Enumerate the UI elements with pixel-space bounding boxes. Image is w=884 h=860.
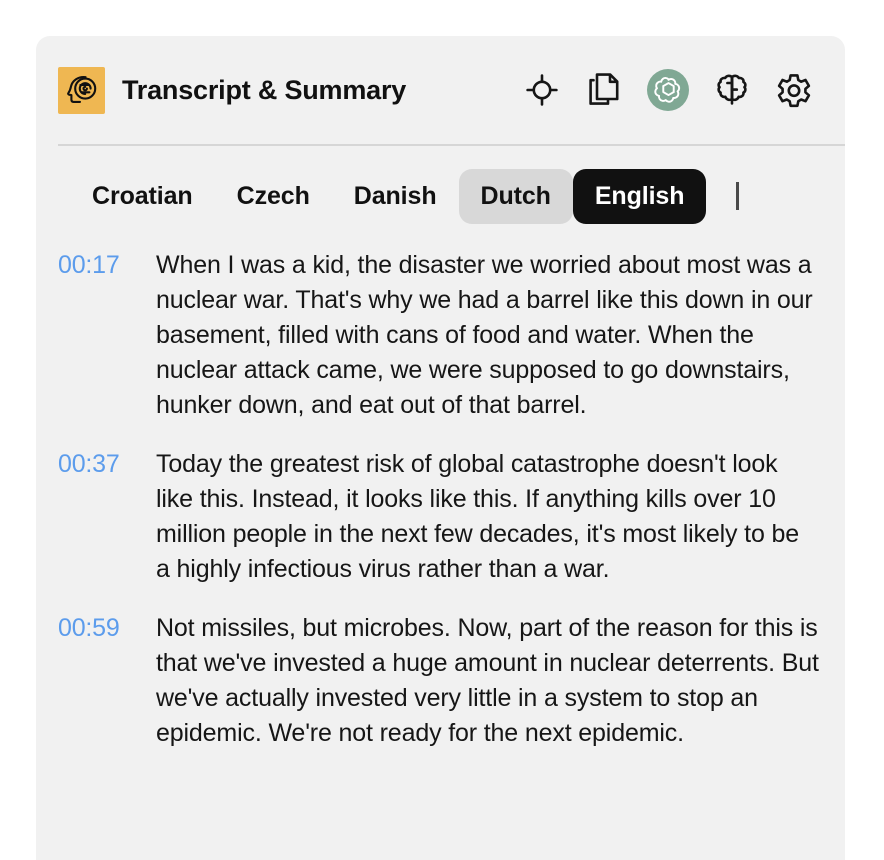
cue-text: When I was a kid, the disaster we worrie… — [156, 251, 813, 419]
header-divider — [58, 144, 845, 146]
gear-icon[interactable] — [775, 71, 813, 109]
transcript-cue: 00:17 When I was a kid, the disaster we … — [36, 248, 845, 423]
app-root: Transcript & Summary Croatian Czech Dani… — [0, 0, 884, 860]
tab-danish[interactable]: Danish — [332, 169, 459, 224]
page-title: Transcript & Summary — [122, 74, 407, 105]
openai-icon[interactable] — [647, 69, 689, 111]
panel-header: Transcript & Summary — [36, 36, 845, 146]
cue-timestamp[interactable]: 00:59 — [58, 611, 156, 646]
brand: Transcript & Summary — [58, 66, 407, 114]
transcript-cue: 00:37 Today the greatest risk of global … — [36, 447, 845, 587]
tab-dutch[interactable]: Dutch — [458, 168, 573, 224]
transcript-panel: Transcript & Summary Croatian Czech Dani… — [36, 36, 845, 860]
head-spiral-icon — [58, 66, 105, 114]
cue-timestamp[interactable]: 00:17 — [58, 248, 156, 283]
cue-timestamp[interactable]: 00:37 — [58, 447, 156, 482]
cue-text: Today the greatest risk of global catast… — [156, 450, 800, 583]
tab-overflow-cursor — [736, 182, 740, 210]
cue-text: Not missiles, but microbes. Now, part of… — [156, 614, 819, 747]
tab-croatian[interactable]: Croatian — [70, 169, 215, 224]
brain-icon[interactable] — [713, 71, 751, 109]
tab-czech[interactable]: Czech — [215, 169, 332, 224]
crosshair-icon[interactable] — [523, 71, 561, 109]
language-tab-strip[interactable]: Croatian Czech Danish Dutch English — [36, 158, 845, 234]
copy-icon[interactable] — [585, 71, 623, 109]
header-actions — [523, 69, 823, 111]
transcript-cue: 00:59 Not missiles, but microbes. Now, p… — [36, 611, 845, 751]
tab-english[interactable]: English — [572, 168, 707, 224]
transcript-list: 00:17 When I was a kid, the disaster we … — [36, 234, 845, 751]
